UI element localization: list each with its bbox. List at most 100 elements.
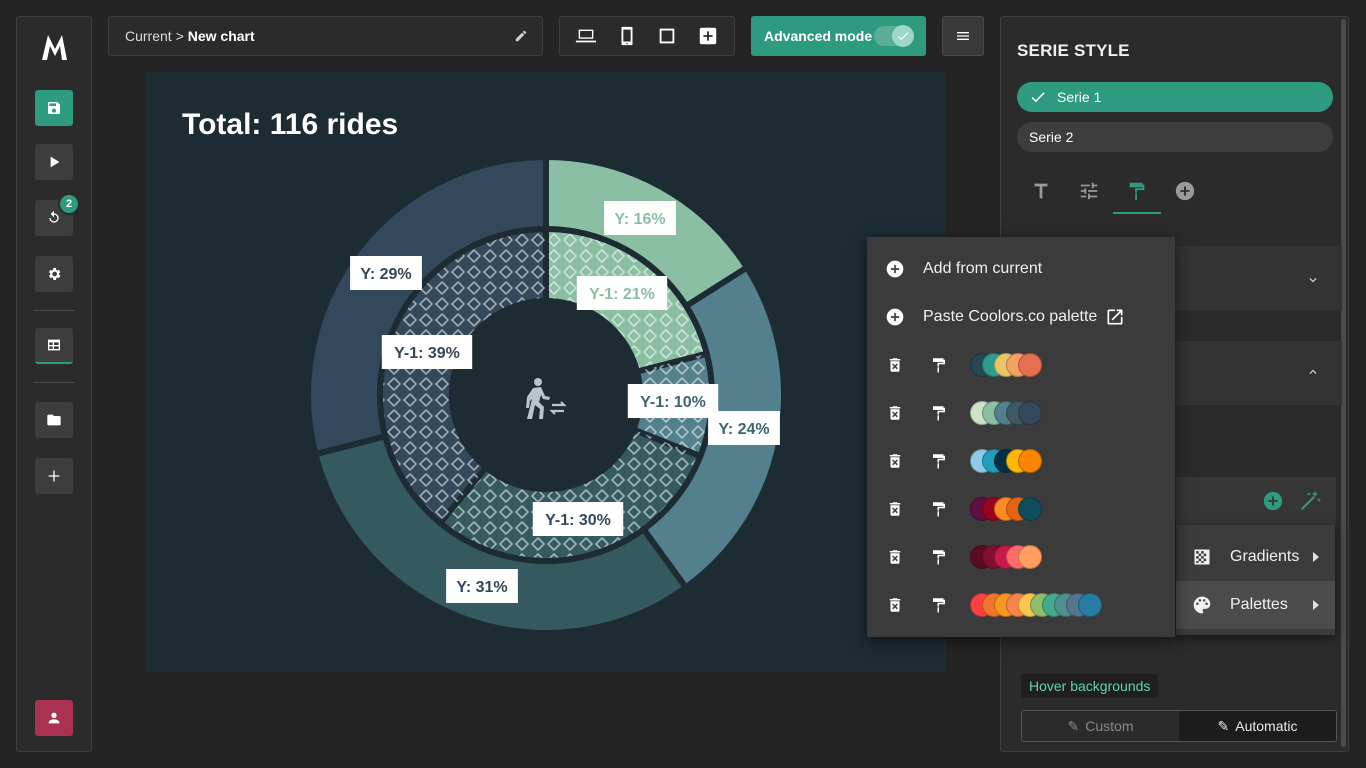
toggle-switch[interactable]: [874, 25, 914, 47]
serie-1-label: Serie 1: [1057, 89, 1102, 105]
palette-row[interactable]: [867, 341, 1175, 389]
main-menu-button[interactable]: [942, 16, 984, 56]
delete-icon[interactable]: [886, 500, 904, 518]
color-swatch: [1018, 497, 1042, 521]
color-row-actions: [1176, 477, 1336, 525]
add-color-icon[interactable]: [1262, 490, 1284, 512]
delete-icon[interactable]: [886, 356, 904, 374]
svg-text:Y-1: 39%: Y-1: 39%: [394, 345, 460, 362]
data-label: Y-1: 10%: [627, 384, 719, 418]
square-preview-button[interactable]: [652, 21, 682, 51]
open-folder-button[interactable]: [35, 402, 73, 438]
preview-button[interactable]: [35, 144, 73, 180]
account-button[interactable]: [35, 700, 73, 736]
app-logo[interactable]: [37, 29, 73, 65]
custom-mode-button[interactable]: ✎ Custom: [1022, 711, 1179, 741]
svg-text:Y: 16%: Y: 16%: [614, 211, 665, 228]
tab-add[interactable]: [1161, 167, 1209, 215]
table-icon: [48, 339, 60, 351]
laptop-icon: [576, 29, 597, 43]
chart-name[interactable]: New chart: [188, 28, 255, 44]
tab-settings[interactable]: [1065, 167, 1113, 215]
magic-wand-icon[interactable]: [1298, 489, 1322, 513]
new-chart-button[interactable]: [35, 458, 73, 494]
magic-wand-icon: ✎: [1217, 717, 1230, 734]
palettes-popover: Add from current Paste Coolors.co palett…: [867, 237, 1175, 637]
square-icon: [659, 28, 675, 44]
external-link-icon[interactable]: [1105, 307, 1125, 327]
color-swatch: [1018, 545, 1042, 569]
active-tab-indicator: [1113, 212, 1161, 214]
color-swatch: [1018, 401, 1042, 425]
add-from-current-item[interactable]: Add from current: [867, 245, 1175, 293]
paint-roller-icon[interactable]: [930, 596, 948, 614]
paint-roller-icon[interactable]: [930, 548, 948, 566]
tab-text[interactable]: [1017, 167, 1065, 215]
paint-roller-icon[interactable]: [930, 356, 948, 374]
magic-wand-icon: ✎: [1067, 717, 1080, 734]
color-swatch: [1078, 593, 1102, 617]
palettes-menu-item[interactable]: Palettes: [1176, 581, 1335, 629]
automatic-mode-button[interactable]: ✎ Automatic: [1179, 711, 1336, 741]
data-label: Y: 29%: [350, 256, 422, 290]
caret-right-icon: [1313, 552, 1319, 562]
gear-icon: [48, 268, 61, 280]
palette-row[interactable]: [867, 533, 1175, 581]
data-table-button[interactable]: [35, 328, 73, 364]
caret-right-icon: [1313, 600, 1319, 610]
paint-roller-icon[interactable]: [930, 404, 948, 422]
palette-icon: [1193, 596, 1211, 614]
palette-row[interactable]: [867, 581, 1175, 629]
history-icon: [49, 210, 59, 223]
serie-2-chip[interactable]: Serie 2: [1017, 122, 1333, 152]
custom-size-button[interactable]: [693, 21, 723, 51]
delete-icon[interactable]: [886, 548, 904, 566]
paint-roller-icon[interactable]: [930, 500, 948, 518]
svg-text:Y: 24%: Y: 24%: [718, 421, 769, 438]
delete-icon[interactable]: [886, 596, 904, 614]
donut-chart: Y: 16% Y: 24% Y: 31% Y: 29% Y-1: 21% Y-1: 10%…: [305, 153, 787, 636]
palette-row[interactable]: [867, 485, 1175, 533]
palette-swatches: [970, 593, 1102, 617]
data-label: Y-1: 39%: [381, 335, 473, 369]
panel-title: SERIE STYLE: [1017, 41, 1130, 60]
serie-1-chip[interactable]: Serie 1: [1017, 82, 1333, 112]
custom-mode-label: Custom: [1085, 718, 1134, 734]
svg-text:Y: 31%: Y: 31%: [456, 579, 507, 596]
check-icon: [892, 25, 914, 47]
pencil-icon[interactable]: [514, 29, 528, 43]
advanced-mode-toggle[interactable]: Advanced mode: [751, 16, 926, 56]
desktop-preview-button[interactable]: [571, 21, 601, 51]
svg-text:Y-1: 30%: Y-1: 30%: [545, 512, 611, 529]
gradients-menu-item[interactable]: Gradients: [1176, 533, 1335, 581]
paint-roller-icon[interactable]: [930, 452, 948, 470]
sliders-icon: [1080, 182, 1098, 200]
add-from-current-label: Add from current: [923, 260, 1043, 277]
settings-button[interactable]: [35, 256, 73, 292]
paint-roller-icon: [1129, 182, 1145, 201]
paste-coolors-item[interactable]: Paste Coolors.co palette: [867, 293, 1175, 341]
delete-icon[interactable]: [886, 404, 904, 422]
mobile-preview-button[interactable]: [612, 21, 642, 51]
palette-row[interactable]: [867, 389, 1175, 437]
color-swatch: [1018, 353, 1042, 377]
folder-icon: [47, 414, 61, 426]
plus-circle-icon: [886, 308, 904, 326]
save-button[interactable]: [35, 90, 73, 126]
palette-submenu: Gradients Palettes: [1176, 525, 1335, 635]
chart-title[interactable]: Total: 116 rides: [182, 108, 398, 142]
breadcrumb-current[interactable]: Current >: [125, 28, 184, 44]
palette-swatches: [970, 545, 1042, 569]
hamburger-icon: [957, 32, 969, 40]
plus-icon: [48, 470, 60, 482]
gradient-icon: [1194, 549, 1210, 565]
palette-row[interactable]: [867, 437, 1175, 485]
tab-style[interactable]: [1113, 167, 1161, 215]
plus-circle-icon: [886, 260, 904, 278]
paste-coolors-label: Paste Coolors.co palette: [923, 308, 1098, 325]
delete-icon[interactable]: [886, 452, 904, 470]
chart-canvas: Y: 16% Y: 24% Y: 31% Y: 29% Y-1: 21% Y-1: 10%…: [146, 72, 946, 672]
palette-swatches: [970, 449, 1042, 473]
data-label: Y: 16%: [604, 201, 676, 235]
plus-circle-icon: [1175, 181, 1195, 201]
